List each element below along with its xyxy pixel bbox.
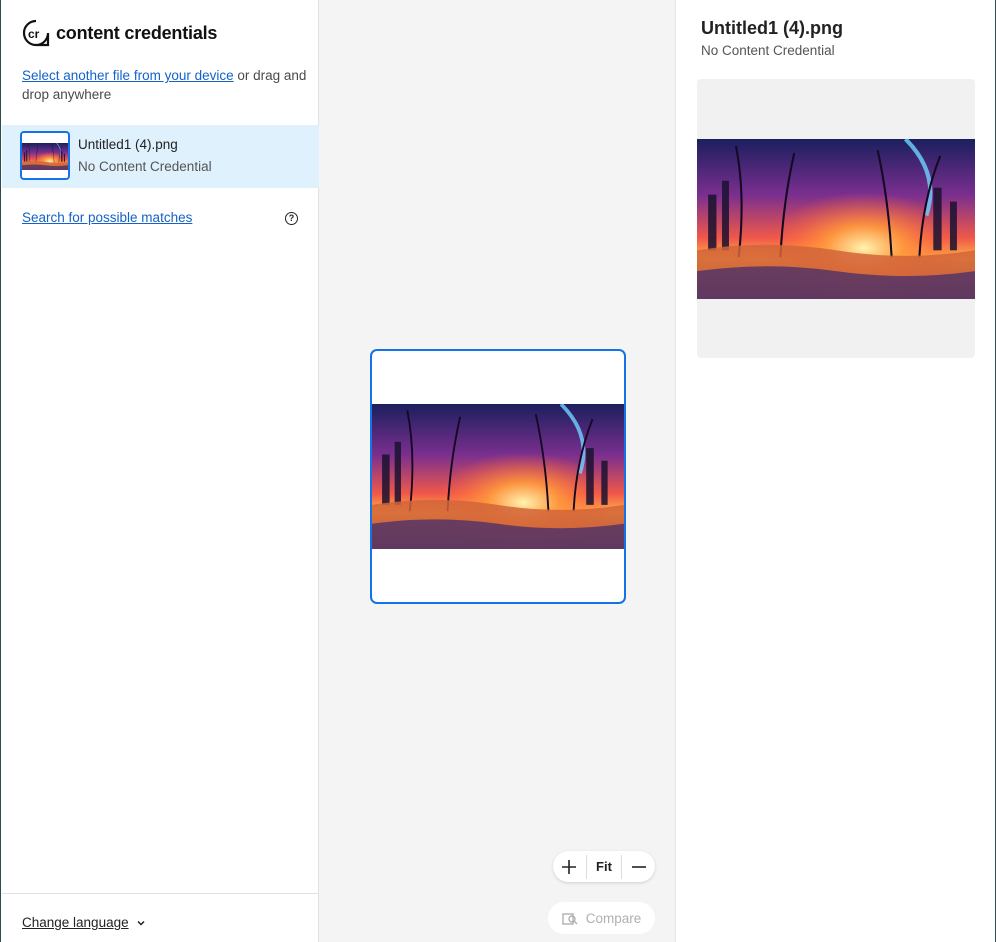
svg-text:cr: cr: [28, 27, 40, 41]
search-matches-link[interactable]: Search for possible matches: [22, 210, 192, 225]
chevron-down-icon: [137, 920, 145, 926]
file-status: No Content Credential: [78, 159, 212, 174]
canvas-area: Fit Compare: [319, 0, 676, 942]
zoom-fit-button[interactable]: Fit: [589, 852, 619, 882]
compare-button[interactable]: Compare: [548, 902, 655, 934]
select-file-link[interactable]: Select another file from your device: [22, 68, 234, 83]
brand-logo[interactable]: cr content credentials: [22, 19, 217, 47]
plus-icon: [562, 859, 576, 874]
file-name: Untitled1 (4).png: [78, 137, 178, 152]
content-credentials-logo-icon: cr: [22, 19, 50, 47]
image-preview-icon: [22, 143, 68, 170]
divider: [2, 893, 319, 894]
help-circle-icon[interactable]: ?: [285, 212, 298, 225]
detail-preview: [697, 79, 975, 358]
change-language-button[interactable]: Change language: [22, 915, 129, 930]
divider: [586, 854, 587, 879]
compare-icon: [562, 913, 578, 925]
zoom-out-button[interactable]: [624, 852, 654, 882]
zoom-controls: Fit: [553, 851, 655, 882]
brand-name: content credentials: [56, 22, 218, 43]
divider: [621, 854, 622, 879]
file-thumbnail: [20, 131, 70, 180]
detail-status: No Content Credential: [701, 43, 835, 58]
canvas-preview-card[interactable]: [370, 349, 626, 604]
sidebar: cr content credentials Select another fi…: [0, 0, 319, 942]
detail-image: [697, 139, 975, 299]
minus-icon: [632, 865, 646, 868]
details-panel: Untitled1 (4).png No Content Credential: [676, 0, 996, 942]
zoom-in-button[interactable]: [554, 852, 584, 882]
compare-label: Compare: [585, 910, 642, 926]
file-list-item[interactable]: Untitled1 (4).png No Content Credential: [2, 125, 319, 188]
detail-title: Untitled1 (4).png: [701, 18, 843, 38]
upload-instructions: Select another file from your device or …: [22, 66, 307, 104]
canvas-image: [372, 404, 624, 549]
